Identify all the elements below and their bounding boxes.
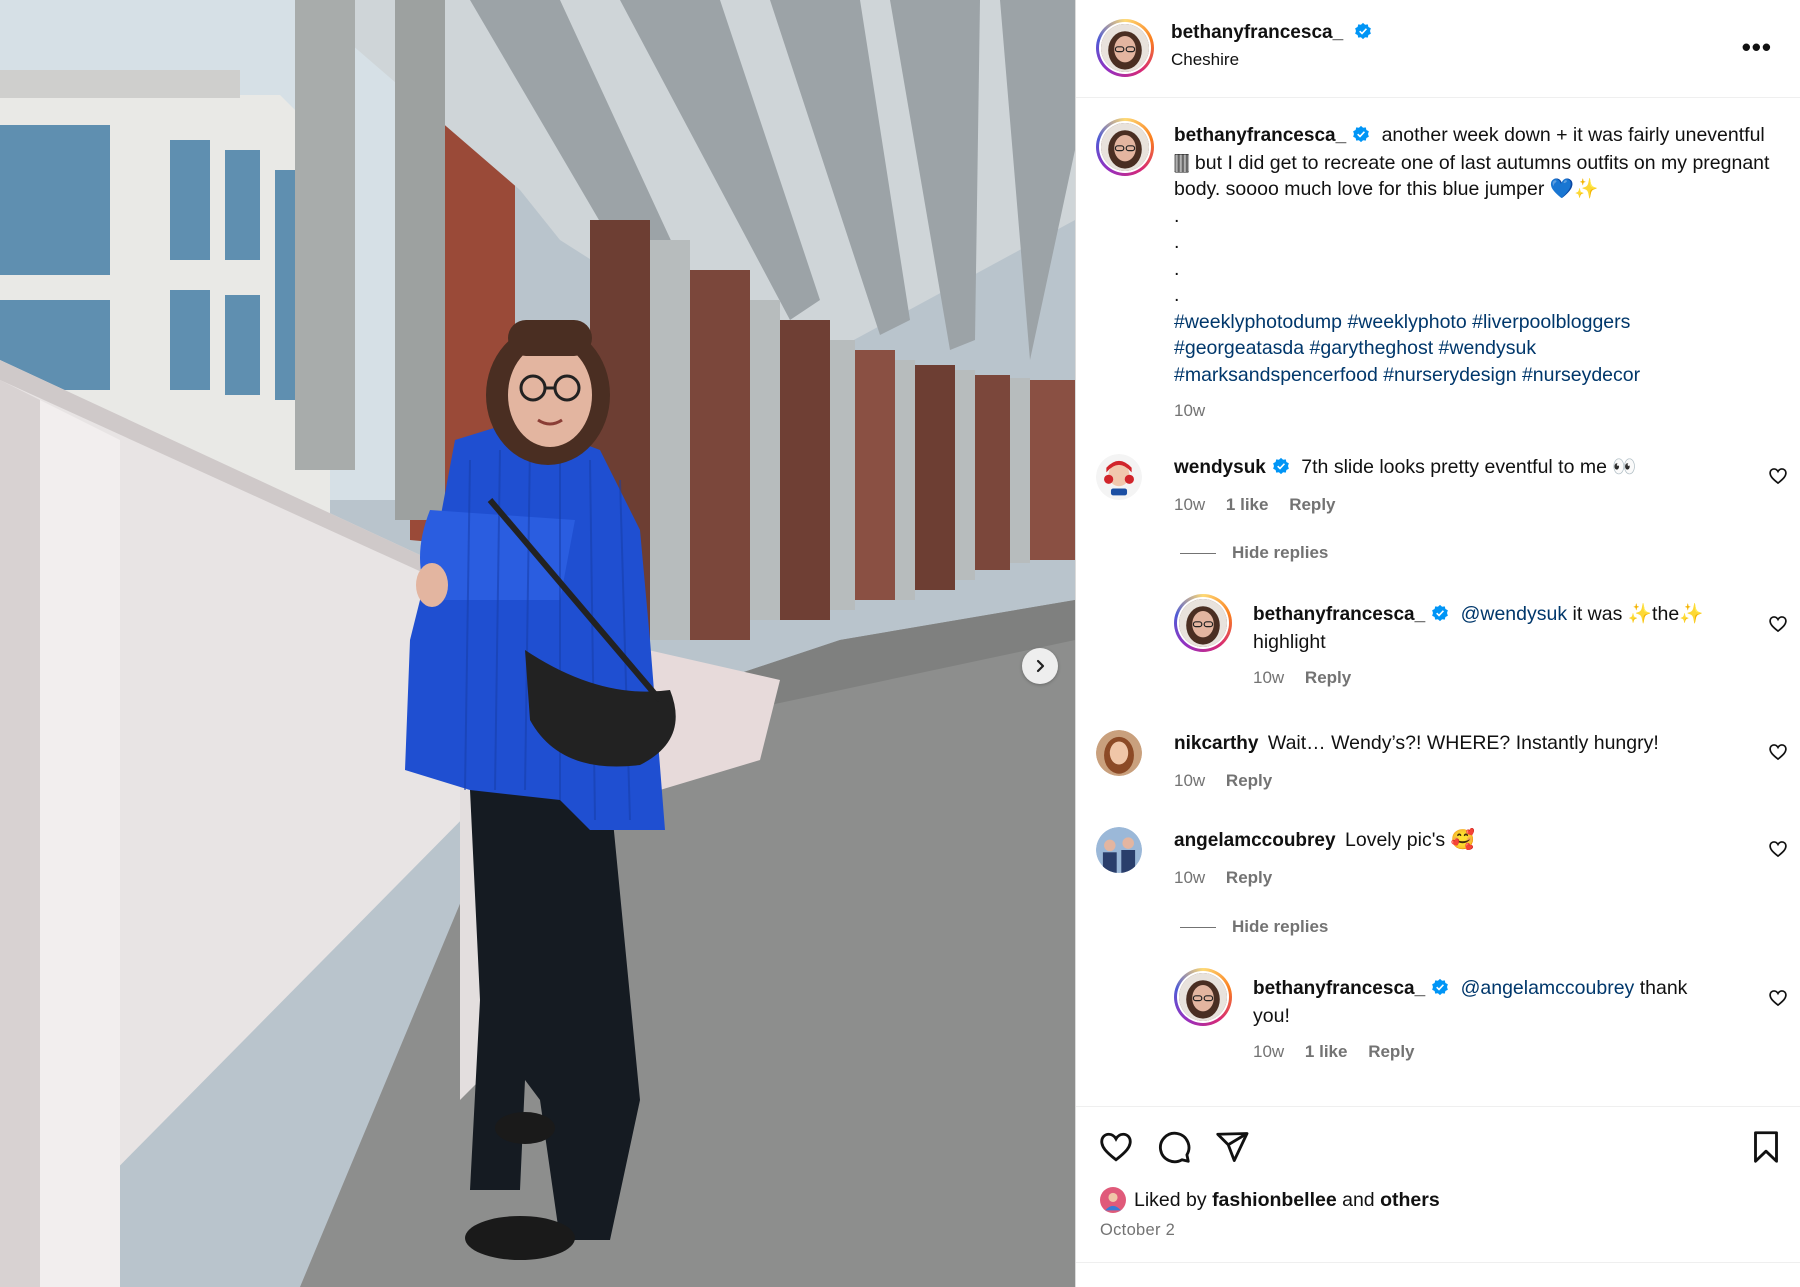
header-username[interactable]: bethanyfrancesca_ <box>1171 22 1343 43</box>
reply-like-count[interactable]: 1 like <box>1305 1042 1348 1061</box>
reply-button[interactable]: Reply <box>1289 495 1335 514</box>
reply-username[interactable]: bethanyfrancesca_ <box>1253 978 1425 999</box>
caption-dot: . <box>1174 231 1180 253</box>
share-icon[interactable] <box>1214 1129 1250 1165</box>
reply-text-continued: you! <box>1253 1004 1290 1027</box>
bookmark-icon[interactable] <box>1748 1129 1784 1165</box>
reply-mention[interactable]: @angelamccoubrey <box>1461 977 1635 999</box>
reply-time[interactable]: 10w <box>1253 668 1284 687</box>
hide-replies-label: Hide replies <box>1232 917 1329 936</box>
comment-text: Lovely pic's 🥰 <box>1345 829 1475 851</box>
liked-by-and: and <box>1342 1188 1375 1211</box>
reply-username[interactable]: bethanyfrancesca_ <box>1253 604 1425 625</box>
reply-button[interactable]: Reply <box>1305 668 1351 687</box>
more-options-icon[interactable]: ••• <box>1742 34 1772 60</box>
hide-replies-button[interactable]: Hide replies <box>1180 543 1328 563</box>
caption-avatar[interactable] <box>1096 118 1154 176</box>
reply-text-block: bethanyfrancesca_ @angelamccoubrey thank… <box>1253 975 1723 1066</box>
next-slide-button[interactable] <box>1022 648 1058 684</box>
author-avatar[interactable] <box>1096 19 1154 77</box>
comment-text: 7th slide looks pretty eventful to me 👀 <box>1301 456 1637 478</box>
comment-meta: 10w Reply <box>1174 768 1734 795</box>
liker-avatar[interactable] <box>1100 1187 1126 1213</box>
reply-text: thank <box>1639 977 1688 999</box>
liked-by-others[interactable]: others <box>1380 1189 1440 1212</box>
comment-time[interactable]: 10w <box>1174 868 1205 887</box>
comment-heart-icon[interactable] <box>1768 742 1788 762</box>
header-location[interactable]: Cheshire <box>1171 50 1372 70</box>
commenter-avatar[interactable] <box>1096 454 1142 500</box>
post-actions-bar: Liked by fashionbellee and others Octobe… <box>1076 1106 1800 1287</box>
commenter-avatar[interactable] <box>1096 827 1142 873</box>
commenter-avatar[interactable] <box>1096 730 1142 776</box>
comment-text: Wait… Wendy’s?! WHERE? Instantly hungry! <box>1267 732 1659 754</box>
header-user-block: bethanyfrancesca_ Cheshire <box>1171 22 1372 70</box>
reply-button[interactable]: Reply <box>1226 868 1272 887</box>
comment-heart-icon[interactable] <box>1768 988 1788 1008</box>
hide-replies-button[interactable]: Hide replies <box>1180 917 1328 937</box>
reply-avatar[interactable] <box>1174 968 1232 1026</box>
caption-username[interactable]: bethanyfrancesca_ <box>1174 125 1346 146</box>
chevron-right-icon <box>1036 659 1045 673</box>
instagram-post-view: bethanyfrancesca_ Cheshire ••• bethanyfr… <box>0 0 1800 1287</box>
verified-badge-icon <box>1432 604 1448 622</box>
hide-replies-line <box>1180 927 1216 929</box>
reply-time[interactable]: 10w <box>1253 1042 1284 1061</box>
reply-mention[interactable]: @wendysuk <box>1461 603 1568 625</box>
hide-replies-label: Hide replies <box>1232 543 1329 562</box>
comment-heart-icon[interactable] <box>1768 839 1788 859</box>
comment-time[interactable]: 10w <box>1174 771 1205 790</box>
caption-dot: . <box>1174 257 1180 280</box>
caption-dot: . <box>1174 204 1180 227</box>
reply-text-continued: highlight <box>1253 630 1326 653</box>
reply-button[interactable]: Reply <box>1368 1042 1414 1061</box>
add-comment-area[interactable] <box>1076 1262 1800 1287</box>
verified-badge-icon <box>1353 125 1369 143</box>
comment-like-count[interactable]: 1 like <box>1226 495 1269 514</box>
reply-text-block: bethanyfrancesca_ @wendysuk it was ✨the✨… <box>1253 601 1733 692</box>
comment-text-block: wendysuk 7th slide looks pretty eventful… <box>1174 454 1734 518</box>
comment-username[interactable]: wendysuk <box>1174 457 1266 478</box>
comment-text-block: nikcarthy Wait… Wendy’s?! WHERE? Instant… <box>1174 730 1734 794</box>
comment-icon[interactable] <box>1156 1129 1192 1165</box>
verified-badge-icon <box>1432 978 1448 996</box>
post-date[interactable]: October 2 <box>1100 1221 1175 1240</box>
liked-by: Liked by fashionbellee and others <box>1100 1187 1440 1213</box>
comment-username[interactable]: angelamccoubrey <box>1174 830 1336 851</box>
caption-hashtags[interactable]: #weeklyphotodump #weeklyphoto #liverpool… <box>1174 309 1784 336</box>
post-photo[interactable] <box>0 0 1075 1287</box>
liked-by-user[interactable]: fashionbellee <box>1212 1189 1337 1212</box>
comment-meta: 10w Reply <box>1174 865 1734 892</box>
comment-heart-icon[interactable] <box>1768 614 1788 634</box>
reply-meta: 10w 1 like Reply <box>1253 1039 1723 1066</box>
liked-by-prefix: Liked by <box>1134 1188 1207 1211</box>
heart-icon[interactable] <box>1098 1129 1134 1165</box>
verified-badge-icon <box>1354 22 1371 40</box>
post-header: bethanyfrancesca_ Cheshire ••• <box>1076 0 1800 98</box>
post-side-panel: bethanyfrancesca_ Cheshire ••• bethanyfr… <box>1075 0 1800 1287</box>
reply-avatar[interactable] <box>1174 594 1232 652</box>
comment-time[interactable]: 10w <box>1174 495 1205 514</box>
verified-badge-icon <box>1273 457 1289 475</box>
reply-button[interactable]: Reply <box>1226 771 1272 790</box>
caption-hashtags[interactable]: #marksandspencerfood #nurserydesign #nur… <box>1174 362 1784 389</box>
photo-scene <box>0 0 1075 1287</box>
reply-text: it was ✨the✨ <box>1572 603 1704 625</box>
hide-replies-line <box>1180 553 1216 555</box>
comment-heart-icon[interactable] <box>1768 466 1788 486</box>
caption-time[interactable]: 10w <box>1174 398 1784 425</box>
comment-text-block: angelamccoubrey Lovely pic's 🥰 10w Reply <box>1174 827 1734 891</box>
caption-text-block: bethanyfrancesca_ another week down + it… <box>1174 122 1784 425</box>
comment-meta: 10w 1 like Reply <box>1174 492 1734 519</box>
comment-username[interactable]: nikcarthy <box>1174 733 1258 754</box>
caption-dot: . <box>1174 284 1180 306</box>
caption-hashtags[interactable]: #georgeatasda #garytheghost #wendysuk <box>1174 335 1784 362</box>
reply-meta: 10w Reply <box>1253 665 1733 692</box>
